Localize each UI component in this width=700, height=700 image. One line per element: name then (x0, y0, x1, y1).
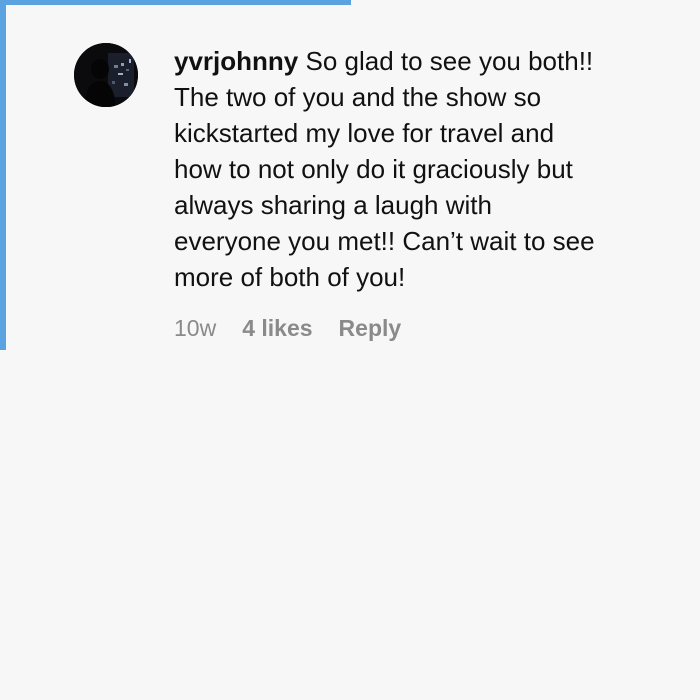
comment-username[interactable]: yvrjohnny (174, 46, 298, 76)
comment-message: So glad to see you both!! The two of you… (174, 46, 595, 292)
reply-button[interactable]: Reply (339, 315, 402, 342)
avatar-image (74, 43, 138, 107)
comment-text: yvrjohnny So glad to see you both!! The … (174, 43, 604, 295)
selection-highlight-top (0, 0, 351, 5)
avatar[interactable] (74, 43, 138, 107)
comment-timestamp[interactable]: 10w (174, 315, 216, 342)
comment-meta: 10w 4 likes Reply (174, 315, 604, 342)
selection-highlight-left (0, 0, 6, 350)
likes-count-button[interactable]: 4 likes (242, 315, 312, 342)
comment-body: yvrjohnny So glad to see you both!! The … (174, 43, 604, 342)
